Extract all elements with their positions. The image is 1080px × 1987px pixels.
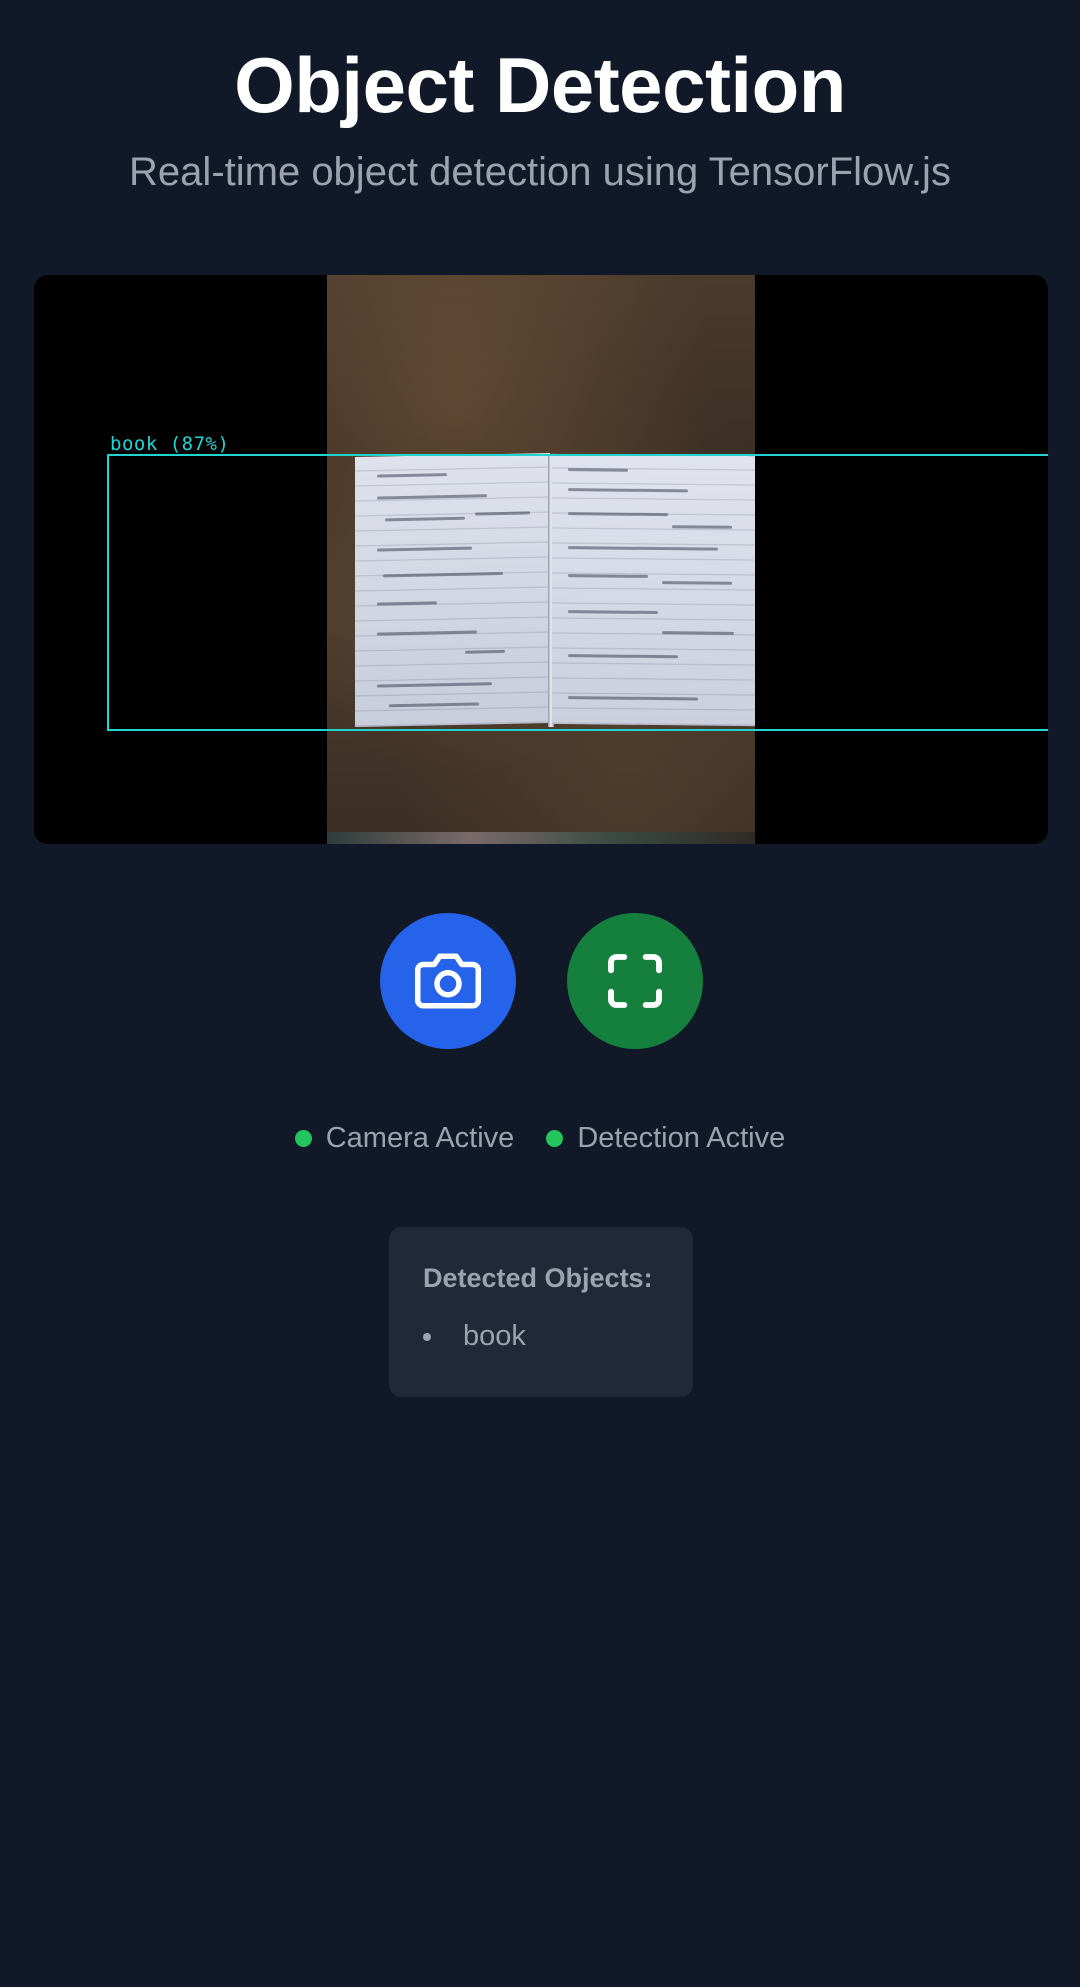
camera-icon	[415, 953, 481, 1009]
detection-status: Detection Active	[546, 1122, 785, 1155]
object-detection-page: Object Detection Real-time object detect…	[0, 0, 1080, 1987]
detection-status-dot	[546, 1129, 564, 1147]
list-item: book	[423, 1320, 693, 1353]
detected-objects-list: book	[423, 1320, 693, 1353]
detected-objects-card: Detected Objects: book	[389, 1227, 693, 1397]
camera-status: Camera Active	[294, 1121, 515, 1155]
controls-bar	[0, 913, 1080, 1049]
status-row: Camera Active Detection Active	[0, 1116, 1080, 1160]
bullet-icon	[423, 1332, 431, 1341]
scan-frame-icon	[608, 954, 662, 1008]
camera-status-label: Camera Active	[325, 1121, 515, 1154]
page-title: Object Detection	[234, 41, 846, 129]
camera-status-dot	[294, 1129, 312, 1147]
detected-object-label: book	[463, 1320, 526, 1352]
detection-status-label: Detection Active	[577, 1121, 786, 1154]
detection-bounding-box	[107, 454, 1048, 731]
camera-button[interactable]	[380, 913, 516, 1049]
detected-objects-title: Detected Objects:	[423, 1263, 653, 1293]
page-subtitle: Real-time object detection using TensorF…	[129, 150, 951, 194]
video-preview: book (87%)	[34, 275, 1048, 844]
fullscreen-button[interactable]	[567, 913, 703, 1049]
detection-label: book (87%)	[110, 433, 230, 455]
